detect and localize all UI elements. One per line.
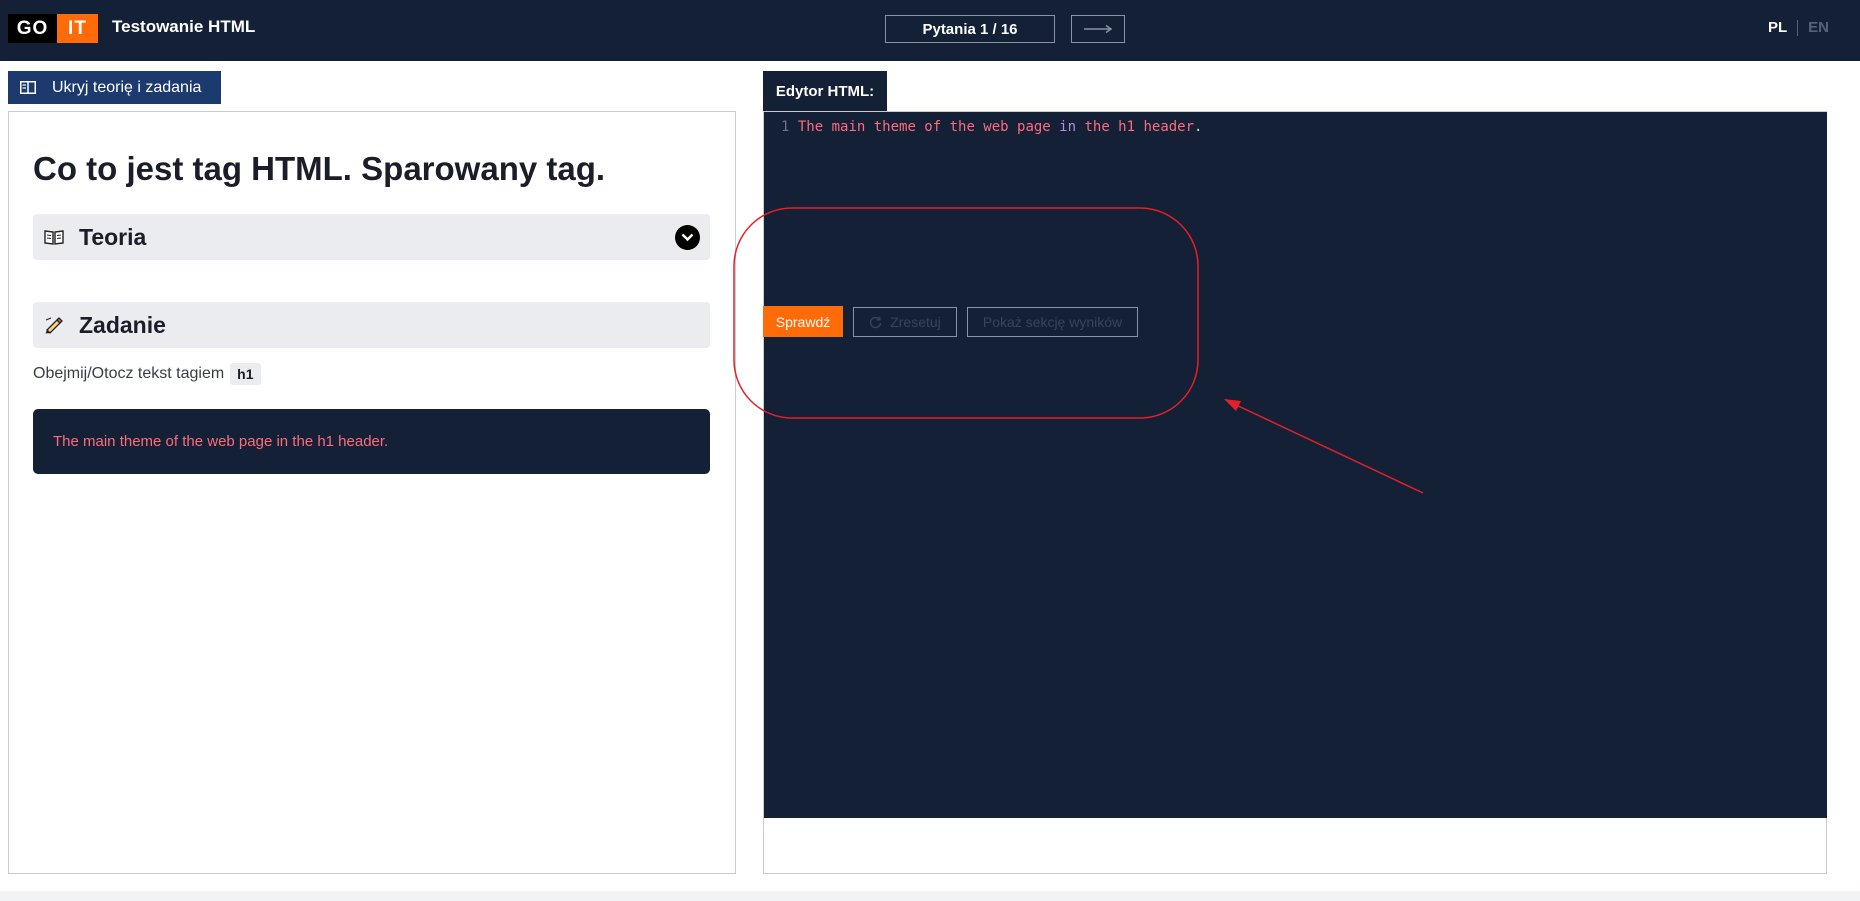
code-editor[interactable]: 1 The main theme of the web page in the … xyxy=(764,112,1827,818)
hide-theory-label: Ukryj teorię i zadania xyxy=(52,78,202,96)
line-number: 1 xyxy=(781,119,790,135)
show-result-button[interactable]: Pokaż sekcję wyników xyxy=(967,307,1138,337)
editor-tab[interactable]: Edytor HTML: xyxy=(763,71,887,111)
arrow-right-icon xyxy=(1084,24,1113,34)
goit-logo[interactable]: GO IT xyxy=(8,14,98,43)
task-tag-chip: h1 xyxy=(230,363,261,385)
bottom-strip xyxy=(0,891,1860,901)
next-question-button[interactable] xyxy=(1071,15,1125,43)
task-label: Zadanie xyxy=(79,311,166,338)
code-text-2: the h1 header xyxy=(1076,119,1195,135)
logo-it: IT xyxy=(57,14,98,43)
lang-en[interactable]: EN xyxy=(1808,19,1829,36)
lang-divider xyxy=(1797,19,1799,36)
sample-text: The main theme of the web page in the h1… xyxy=(53,433,389,450)
pencil-icon xyxy=(43,316,65,334)
editor-frame: 1 The main theme of the web page in the … xyxy=(763,111,1827,874)
theory-section-toggle[interactable]: Teoria xyxy=(33,214,710,260)
check-button[interactable]: Sprawdź xyxy=(763,306,843,337)
book-icon xyxy=(43,229,65,245)
task-instruction: Obejmij/Otocz tekst tagiem h1 xyxy=(33,363,261,385)
chevron-down-icon[interactable] xyxy=(675,225,700,250)
reset-label: Zresetuj xyxy=(890,314,941,330)
theory-label: Teoria xyxy=(79,223,147,250)
task-section: Zadanie xyxy=(33,302,710,348)
refresh-icon xyxy=(869,316,882,329)
logo-go: GO xyxy=(8,14,57,43)
language-switcher: PL EN xyxy=(1768,19,1829,36)
app-title: Testowanie HTML xyxy=(112,17,256,36)
theory-panel: Co to jest tag HTML. Sparowany tag. Teor… xyxy=(8,111,736,874)
sample-code-block: The main theme of the web page in the h1… xyxy=(33,409,710,474)
hide-theory-button[interactable]: Ukryj teorię i zadania xyxy=(8,71,221,104)
question-counter: Pytania 1 / 16 xyxy=(885,15,1055,43)
lesson-title: Co to jest tag HTML. Sparowany tag. xyxy=(33,150,606,187)
lang-pl[interactable]: PL xyxy=(1768,19,1787,36)
code-line[interactable]: 1 The main theme of the web page in the … xyxy=(781,117,1202,137)
task-text: Obejmij/Otocz tekst tagiem xyxy=(33,365,225,382)
panel-toggle-icon xyxy=(20,81,36,94)
code-keyword: in xyxy=(1059,119,1077,135)
code-period: . xyxy=(1194,119,1203,135)
top-bar: GO IT Testowanie HTML Pytania 1 / 16 PL … xyxy=(0,0,1860,61)
code-text-1: The main theme of the web page xyxy=(797,119,1060,135)
reset-button[interactable]: Zresetuj xyxy=(853,307,957,337)
